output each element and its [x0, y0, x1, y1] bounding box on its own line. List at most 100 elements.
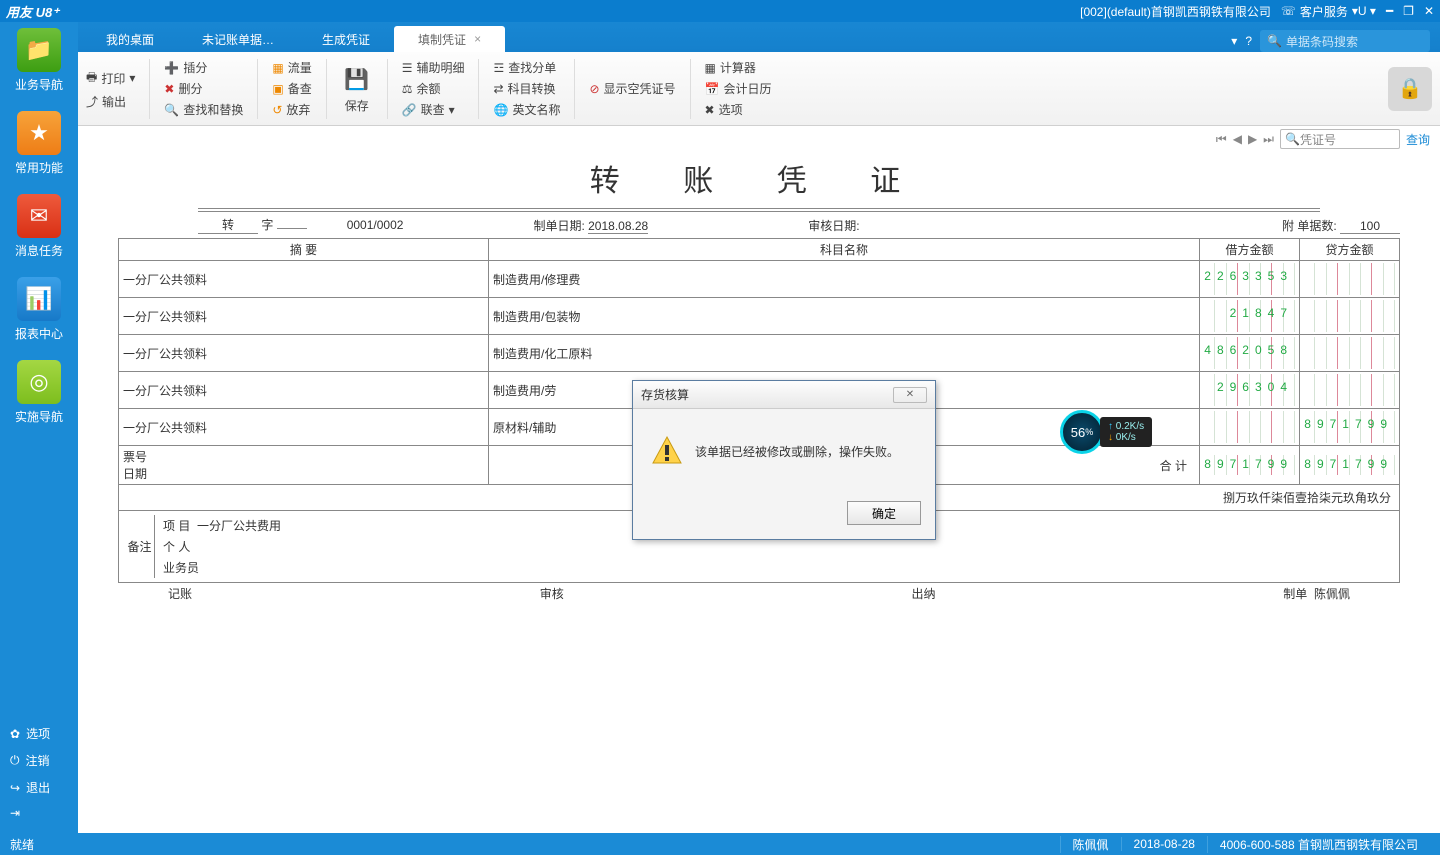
backup-icon: ▣	[272, 82, 283, 96]
status-date: 2018-08-28	[1121, 837, 1207, 851]
error-dialog: 存货核算 ✕ 该单据已经被修改或删除，操作失败。 确定	[632, 380, 936, 540]
barcode-search[interactable]: 🔍 单据条码搜索	[1260, 30, 1430, 52]
pin-icon: ⇥	[10, 806, 20, 820]
prev-icon[interactable]: ◀	[1233, 132, 1242, 146]
output-icon: ⤴	[86, 93, 98, 110]
nav-messages[interactable]: ✉ 消息任务	[15, 194, 63, 259]
lock-icon[interactable]: 🔒	[1388, 67, 1432, 111]
btn-insert-row[interactable]: ➕插分	[164, 59, 243, 76]
maker-name: 陈佩佩	[1314, 587, 1350, 601]
voucher-type[interactable]: 转	[198, 216, 258, 234]
mail-icon: ✉	[17, 194, 61, 238]
dialog-ok-button[interactable]: 确定	[847, 501, 921, 525]
btn-find-replace[interactable]: 🔍查找和替换	[164, 101, 243, 118]
exit-icon: ↪	[10, 781, 20, 795]
table-row[interactable]: 一分厂公共领料制造费用/包装物21847	[119, 298, 1400, 335]
u-menu[interactable]: U ▾	[1358, 4, 1376, 18]
headset-icon: ☏	[1281, 4, 1296, 18]
customer-service[interactable]: 客户服务	[1300, 3, 1348, 20]
find-icon: 🔍	[164, 103, 179, 117]
empty-icon: ⊘	[589, 82, 599, 96]
btn-balance[interactable]: ⚖余额	[402, 80, 465, 97]
abandon-icon: ↺	[272, 103, 282, 117]
btn-calculator[interactable]: ▦计算器	[705, 59, 772, 76]
voucher-query-btn[interactable]: 查询	[1406, 131, 1430, 148]
col-credit: 贷方金额	[1300, 239, 1400, 261]
make-date[interactable]: 2018.08.28	[588, 219, 648, 234]
btn-find-split[interactable]: ☲查找分单	[493, 59, 560, 76]
content-area: 我的桌面 未记账单据… 生成凭证 填制凭证× ▾ ? 🔍 单据条码搜索 🖶打印 …	[78, 22, 1440, 833]
voucher-search-input[interactable]: 🔍 凭证号	[1280, 129, 1400, 149]
insert-icon: ➕	[164, 61, 179, 75]
signature-row: 记账 审核 出纳 制单 陈佩佩	[118, 583, 1400, 604]
flow-icon: ▦	[272, 61, 283, 75]
restore-icon[interactable]: ❐	[1403, 4, 1414, 18]
status-user: 陈佩佩	[1060, 836, 1121, 853]
next-icon[interactable]: ▶	[1248, 132, 1257, 146]
tool-icon: ✖	[705, 103, 715, 117]
tab-desktop[interactable]: 我的桌面	[82, 26, 178, 52]
tab-close-icon[interactable]: ×	[474, 32, 481, 46]
gear-icon: ✿	[10, 727, 20, 741]
calendar-icon: 📅	[705, 82, 720, 96]
help-icon[interactable]: ?	[1245, 34, 1252, 48]
first-icon[interactable]: ⏮	[1216, 132, 1227, 147]
close-icon[interactable]: ✕	[1424, 4, 1434, 18]
tab-genvoucher[interactable]: 生成凭证	[298, 26, 394, 52]
btn-calendar[interactable]: 📅会计日历	[705, 80, 772, 97]
col-account: 科目名称	[489, 239, 1200, 261]
status-hotline: 4006-600-588 首钢凯西钢铁有限公司	[1207, 836, 1430, 853]
tab-bar: 我的桌面 未记账单据… 生成凭证 填制凭证× ▾ ? 🔍 单据条码搜索	[78, 22, 1440, 52]
detail-icon: ☰	[402, 61, 413, 75]
nav-options[interactable]: ✿选项	[0, 720, 78, 747]
dialog-close-icon[interactable]: ✕	[893, 387, 927, 403]
nav-logout[interactable]: ⏻注销	[0, 747, 78, 774]
btn-output[interactable]: ⤴输出	[86, 93, 135, 110]
btn-show-empty[interactable]: ⊘显示空凭证号	[589, 80, 675, 97]
tab-entervoucher[interactable]: 填制凭证×	[394, 26, 505, 52]
last-icon[interactable]: ⏭	[1263, 132, 1274, 147]
btn-english-name[interactable]: 🌐英文名称	[493, 101, 560, 118]
attach-count[interactable]: 100	[1340, 219, 1400, 234]
ribbon-toolbar: 🖶打印 ▾ ⤴输出 ➕插分 ✖删分 🔍查找和替换 ▦流量 ▣备查 ↺放弃 💾 保…	[78, 52, 1440, 126]
btn-delete-row[interactable]: ✖删分	[164, 80, 243, 97]
table-row[interactable]: 一分厂公共领料制造费用/修理费2263353	[119, 261, 1400, 298]
printer-icon: 🖶	[86, 68, 97, 89]
btn-link-query[interactable]: 🔗联查 ▾	[402, 101, 465, 118]
star-icon: ★	[17, 111, 61, 155]
delete-icon: ✖	[164, 82, 174, 96]
btn-backup[interactable]: ▣备查	[272, 80, 311, 97]
btn-save[interactable]: 💾 保存	[341, 63, 373, 114]
folder-icon: 📁	[17, 28, 61, 72]
calc-icon: ▦	[705, 61, 716, 75]
link-icon: 🔗	[402, 103, 417, 117]
tab-dropdown-icon[interactable]: ▾	[1231, 34, 1237, 48]
btn-aux-detail[interactable]: ☰辅助明细	[402, 59, 465, 76]
globe-icon: 🌐	[493, 103, 508, 117]
btn-flow[interactable]: ▦流量	[272, 59, 311, 76]
title-company: [002](default)首钢凯西钢铁有限公司	[1080, 3, 1271, 20]
voucher-header: 转 字 0001/0002 制单日期: 2018.08.28 审核日期: 附 单…	[78, 212, 1440, 238]
project-value: 一分厂公共费用	[197, 517, 281, 534]
tab-unposted[interactable]: 未记账单据…	[178, 26, 298, 52]
table-row[interactable]: 一分厂公共领料制造费用/化工原料4862058	[119, 335, 1400, 372]
minimize-icon[interactable]: ━	[1386, 4, 1393, 18]
find2-icon: ☲	[493, 61, 504, 75]
dialog-message: 该单据已经被修改或删除，操作失败。	[695, 443, 899, 460]
voucher-seq: 0001/0002	[347, 218, 404, 232]
network-widget[interactable]: 56% ↑ 0.2K/s ↓ 0K/s	[1060, 410, 1170, 454]
btn-ribbon-options[interactable]: ✖选项	[705, 101, 772, 118]
power-icon: ⏻	[10, 753, 20, 768]
col-summary: 摘 要	[119, 239, 489, 261]
save-icon: 💾	[341, 63, 373, 95]
btn-print[interactable]: 🖶打印 ▾	[86, 68, 135, 89]
title-bar: 用友 U8⁺ [002](default)首钢凯西钢铁有限公司 ☏ 客户服务 ▾…	[0, 0, 1440, 22]
nav-implement[interactable]: ◎ 实施导航	[15, 360, 63, 425]
nav-exit[interactable]: ↪退出	[0, 774, 78, 801]
btn-abandon[interactable]: ↺放弃	[272, 101, 311, 118]
nav-reports[interactable]: 📊 报表中心	[15, 277, 63, 342]
nav-business[interactable]: 📁 业务导航	[15, 28, 63, 93]
nav-collapse[interactable]: ⇥	[0, 801, 78, 825]
btn-account-convert[interactable]: ⇄科目转换	[493, 80, 560, 97]
nav-favorites[interactable]: ★ 常用功能	[15, 111, 63, 176]
